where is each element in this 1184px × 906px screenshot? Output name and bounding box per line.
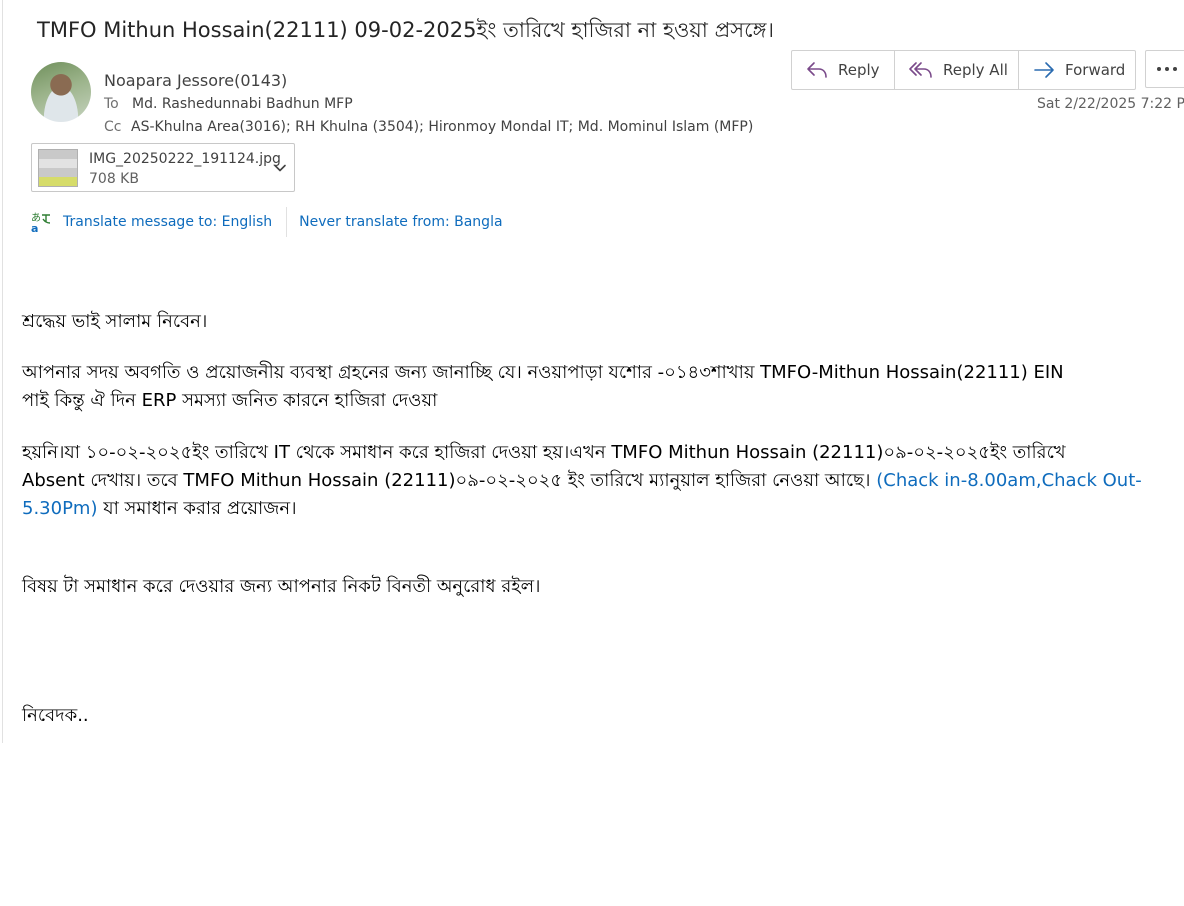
reply-all-button[interactable]: Reply All [894, 51, 1018, 89]
attachment-size: 708 KB [89, 171, 139, 187]
absent-text: Absent দেখায়। তবে TMFO Mithun Hossain (… [22, 470, 871, 491]
solution-needed-text: যা সমাধান করার প্রয়োজন। [103, 498, 297, 519]
more-actions-button[interactable] [1145, 50, 1184, 88]
chevron-down-icon[interactable] [273, 161, 287, 175]
translate-icon: あ a [31, 212, 51, 233]
reply-button[interactable]: Reply [792, 51, 894, 89]
to-recipients[interactable]: Md. Rashedunnabi Badhun MFP [132, 96, 353, 112]
left-divider [2, 0, 3, 743]
attachment-thumbnail [38, 149, 78, 187]
sender-name[interactable]: Noapara Jessore(0143) [104, 71, 287, 90]
body-paragraph-2-line-1: আপনার সদয় অবগতি ও প্রয়োজনীয় ব্যবস্থা … [22, 362, 1064, 383]
cc-recipients[interactable]: AS-Khulna Area(3016); RH Khulna (3504); … [131, 119, 753, 135]
check-out-time-text: 5.30Pm) [22, 498, 98, 519]
translate-bar: あ a Translate message to: English Never … [30, 207, 503, 237]
translate-to-english-link[interactable]: Translate message to: English [63, 214, 272, 230]
to-label: To [104, 96, 119, 112]
attachment-card[interactable]: IMG_20250222_191124.jpg 708 KB [31, 143, 295, 192]
reply-all-icon [909, 62, 932, 78]
body-paragraph-3-line-1: হয়নি।যা ১০-০২-২০২৫ইং তারিখে IT থেকে সমা… [22, 442, 1066, 463]
check-times-text: (Chack in-8.00am,Chack Out- [876, 470, 1142, 491]
svg-text:a: a [31, 222, 38, 233]
email-subject: TMFO Mithun Hossain(22111) 09-02-2025ইং … [37, 18, 774, 42]
greeting-line: শ্রদ্ধেয় ভাই সালাম নিবেন। [22, 311, 208, 332]
body-paragraph-3-line-3: 5.30Pm) যা সমাধান করার প্রয়োজন। [22, 494, 297, 523]
sender-avatar[interactable] [31, 62, 91, 122]
signature-line: নিবেদক.. [22, 705, 89, 726]
forward-icon [1034, 62, 1054, 78]
more-icon [1157, 67, 1177, 71]
body-paragraph-3-line-2: Absent দেখায়। তবে TMFO Mithun Hossain (… [22, 466, 1142, 495]
reply-all-label: Reply All [943, 61, 1008, 79]
body-paragraph-2-line-2: পাই কিন্তু ঐ দিন ERP সমস্যা জনিত কারনে হ… [22, 390, 438, 411]
action-toolbar: Reply Reply All Forward [791, 50, 1136, 90]
sent-date: Sat 2/22/2025 7:22 PM [1037, 96, 1184, 112]
reply-label: Reply [838, 61, 880, 79]
translate-separator [286, 207, 288, 237]
forward-button[interactable]: Forward [1018, 51, 1135, 89]
never-translate-link[interactable]: Never translate from: Bangla [299, 214, 502, 230]
attachment-name: IMG_20250222_191124.jpg [89, 151, 281, 167]
request-line: বিষয় টা সমাধান করে দেওয়ার জন্য আপনার ন… [22, 576, 541, 597]
forward-label: Forward [1065, 61, 1126, 79]
reply-icon [807, 62, 827, 78]
cc-label: Cc [104, 119, 122, 135]
